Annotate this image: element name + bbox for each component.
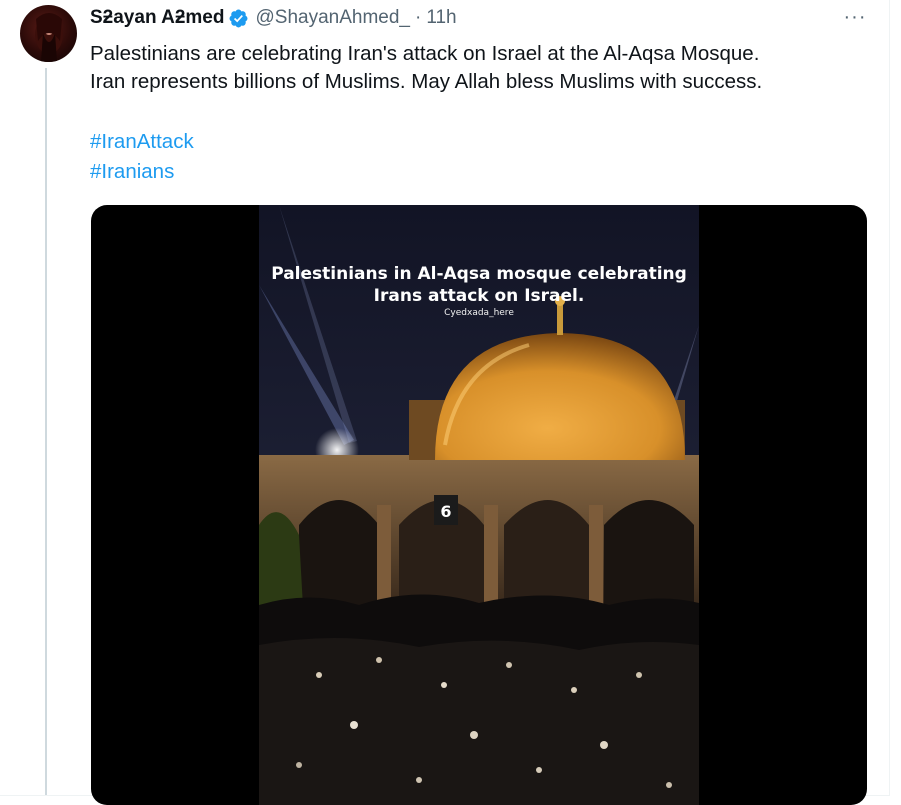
thread-connector-line [45, 68, 47, 796]
separator-dot: · [414, 7, 422, 28]
video-caption-line: Irans attack on Israel. [373, 286, 585, 306]
video-caption: Palestinians in Al-Aqsa mosque celebrati… [259, 263, 699, 307]
video-watermark: Cyedxada_here [444, 308, 514, 318]
author-name[interactable]: Sƻayan Aƻmed [90, 7, 224, 29]
more-options-icon[interactable]: ··· [841, 6, 869, 28]
sign-number: 6 [440, 502, 451, 521]
hashtag-link-iranians[interactable]: #Iranians [90, 157, 194, 187]
column-border [889, 0, 890, 796]
hashtag-list: #IranAttack #Iranians [90, 127, 194, 187]
video-caption-line: Palestinians in Al-Aqsa mosque celebrati… [271, 264, 687, 284]
tweet-header: Sƻayan Aƻmed @ShayanAhmed_ · 11h [90, 5, 457, 31]
tweet-text-line: Palestinians are celebrating Iran's atta… [90, 42, 760, 65]
timestamp[interactable]: 11h [426, 7, 456, 29]
media-container[interactable]: 6 Palestinians in Al-Aqsa mosque celebra… [91, 205, 867, 805]
avatar[interactable] [20, 5, 77, 62]
tweet-text-line: Iran represents billions of Muslims. May… [90, 70, 763, 93]
verified-badge-icon[interactable] [228, 8, 249, 29]
hashtag-link-iranattack[interactable]: #IranAttack [90, 127, 194, 157]
avatar-photo [35, 13, 63, 62]
author-handle[interactable]: @ShayanAhmed_ [255, 7, 410, 29]
video-player[interactable]: 6 Palestinians in Al-Aqsa mosque celebra… [259, 205, 699, 805]
tweet-text: Palestinians are celebrating Iran's atta… [90, 40, 880, 96]
